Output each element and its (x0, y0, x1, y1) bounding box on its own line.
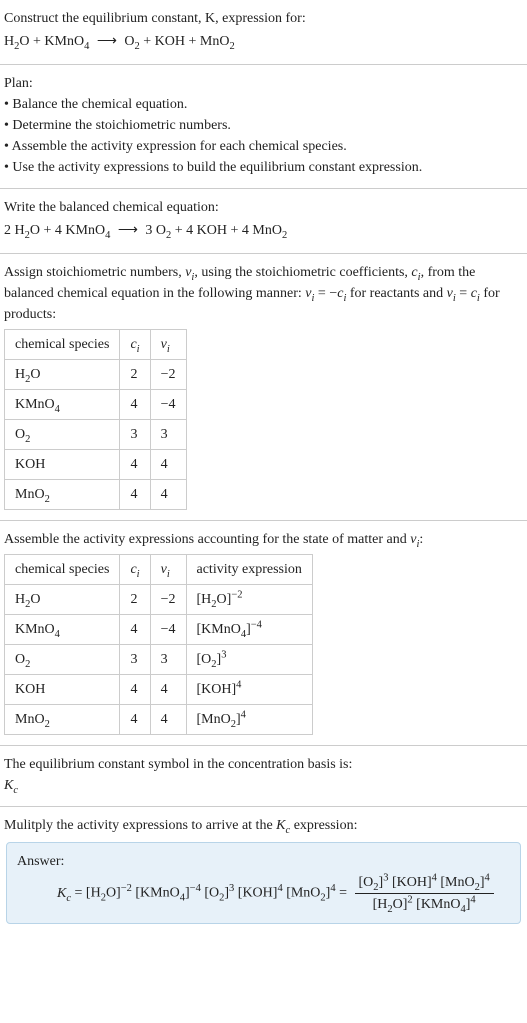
col-vi: νi (150, 555, 186, 585)
table-row: KMnO44−4[KMnO4]−4 (5, 615, 313, 645)
table-row: MnO244 (5, 480, 187, 510)
denominator: [H2O]2 [KMnO4]4 (355, 894, 494, 915)
cell-species: KOH (5, 675, 120, 705)
balanced-heading: Write the balanced chemical equation: (4, 197, 523, 218)
plan-bullet-1: • Balance the chemical equation. (4, 94, 523, 115)
col-ci: ci (120, 555, 150, 585)
col-vi: νi (150, 330, 186, 360)
fraction: [O2]3 [KOH]4 [MnO2]4 [H2O]2 [KMnO4]4 (355, 872, 494, 915)
col-ci: ci (120, 330, 150, 360)
activity-text-b: : (419, 532, 423, 547)
cell-ci: 4 (120, 480, 150, 510)
cell-ci: 4 (120, 615, 150, 645)
cell-vi: 3 (150, 645, 186, 675)
intro-section: Construct the equilibrium constant, K, e… (0, 0, 527, 65)
cell-species: MnO2 (5, 480, 120, 510)
stoich-text-d: for reactants and (346, 286, 446, 301)
stoich-text: Assign stoichiometric numbers, νi, using… (4, 262, 523, 325)
symbol-kc: Kc (4, 775, 523, 796)
cell-ci: 4 (120, 450, 150, 480)
cell-ci: 3 (120, 420, 150, 450)
table-row: O233[O2]3 (5, 645, 313, 675)
cell-vi: 3 (150, 420, 186, 450)
answer-label: Answer: (17, 851, 510, 872)
cell-activity: [MnO2]4 (186, 705, 312, 735)
cell-species: O2 (5, 645, 120, 675)
intro-line1: Construct the equilibrium constant, K, e… (4, 8, 523, 29)
cell-activity: [O2]3 (186, 645, 312, 675)
cell-ci: 4 (120, 390, 150, 420)
plan-heading: Plan: (4, 73, 523, 94)
cell-vi: −2 (150, 360, 186, 390)
cell-vi: −2 (150, 585, 186, 615)
activity-text-a: Assemble the activity expressions accoun… (4, 532, 410, 547)
cell-ci: 2 (120, 585, 150, 615)
cell-ci: 2 (120, 360, 150, 390)
cell-species: KMnO4 (5, 390, 120, 420)
multiply-text-a: Mulitply the activity expressions to arr… (4, 818, 276, 833)
intro-equation: H2O + KMnO4 ⟶ O2 + KOH + MnO2 (4, 31, 523, 52)
cell-activity: [H2O]−2 (186, 585, 312, 615)
table-row: KOH44[KOH]4 (5, 675, 313, 705)
table-row: KOH44 (5, 450, 187, 480)
col-activity: activity expression (186, 555, 312, 585)
cell-species: H2O (5, 360, 120, 390)
cell-activity: [KMnO4]−4 (186, 615, 312, 645)
cell-vi: 4 (150, 705, 186, 735)
intro-text-a: Construct the equilibrium constant, K, e… (4, 11, 306, 26)
activity-table: chemical species ci νi activity expressi… (4, 554, 313, 735)
cell-vi: −4 (150, 390, 186, 420)
cell-ci: 3 (120, 645, 150, 675)
stoich-text-a: Assign stoichiometric numbers, (4, 265, 185, 280)
cell-vi: 4 (150, 450, 186, 480)
table-row: H2O2−2[H2O]−2 (5, 585, 313, 615)
table-row: MnO244[MnO2]4 (5, 705, 313, 735)
plan-bullet-4: • Use the activity expressions to build … (4, 157, 523, 178)
answer-equation: Kc = [H2O]−2 [KMnO4]−4 [O2]3 [KOH]4 [MnO… (17, 872, 510, 915)
balanced-section: Write the balanced chemical equation: 2 … (0, 189, 527, 254)
cell-activity: [KOH]4 (186, 675, 312, 705)
answer-box: Answer: Kc = [H2O]−2 [KMnO4]−4 [O2]3 [KO… (6, 842, 521, 924)
answer-section: Mulitply the activity expressions to arr… (0, 807, 527, 938)
balanced-equation: 2 H2O + 4 KMnO4 ⟶ 3 O2 + 4 KOH + 4 MnO2 (4, 220, 523, 241)
numerator: [O2]3 [KOH]4 [MnO2]4 (355, 872, 494, 894)
cell-vi: 4 (150, 480, 186, 510)
plan-bullet-3: • Assemble the activity expression for e… (4, 136, 523, 157)
table-row: O233 (5, 420, 187, 450)
symbol-section: The equilibrium constant symbol in the c… (0, 746, 527, 807)
table-row: H2O2−2 (5, 360, 187, 390)
activity-text: Assemble the activity expressions accoun… (4, 529, 523, 550)
symbol-text: The equilibrium constant symbol in the c… (4, 754, 523, 775)
cell-vi: −4 (150, 615, 186, 645)
stoich-table: chemical species ci νi H2O2−2 KMnO44−4 O… (4, 329, 187, 510)
plan-section: Plan: • Balance the chemical equation. •… (0, 65, 527, 189)
stoich-text-b: , using the stoichiometric coefficients, (194, 265, 411, 280)
cell-species: H2O (5, 585, 120, 615)
cell-ci: 4 (120, 705, 150, 735)
table-header-row: chemical species ci νi activity expressi… (5, 555, 313, 585)
cell-species: KOH (5, 450, 120, 480)
cell-ci: 4 (120, 675, 150, 705)
table-header-row: chemical species ci νi (5, 330, 187, 360)
activity-section: Assemble the activity expressions accoun… (0, 521, 527, 746)
col-species: chemical species (5, 330, 120, 360)
col-species: chemical species (5, 555, 120, 585)
stoich-section: Assign stoichiometric numbers, νi , using… (0, 254, 527, 521)
cell-vi: 4 (150, 675, 186, 705)
cell-species: O2 (5, 420, 120, 450)
table-row: KMnO44−4 (5, 390, 187, 420)
multiply-text-b: expression: (290, 818, 357, 833)
multiply-text: Mulitply the activity expressions to arr… (4, 815, 523, 836)
cell-species: KMnO4 (5, 615, 120, 645)
plan-bullet-2: • Determine the stoichiometric numbers. (4, 115, 523, 136)
cell-species: MnO2 (5, 705, 120, 735)
